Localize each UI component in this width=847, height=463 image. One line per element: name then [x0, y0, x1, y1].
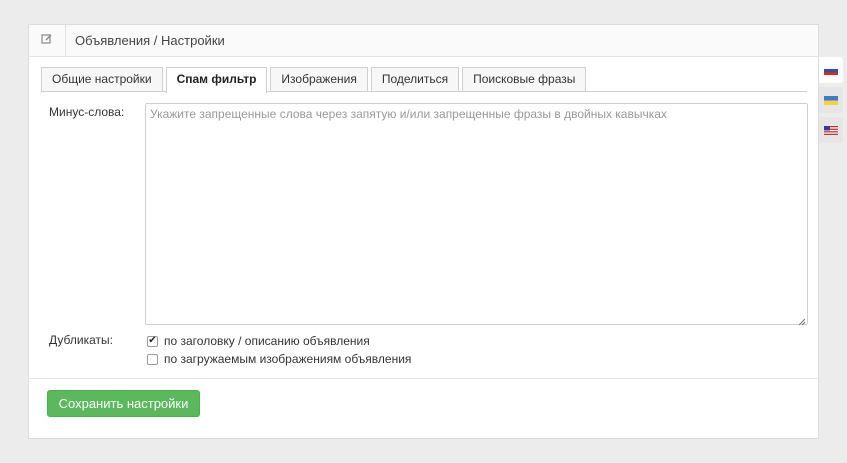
duplicates-label: Дубликаты:: [49, 333, 113, 347]
tab-spam-filter[interactable]: Спам фильтр: [165, 67, 268, 93]
resize-handle-icon[interactable]: [798, 315, 806, 326]
flag-ua-icon: [824, 95, 838, 105]
header-icon-box: [29, 24, 66, 57]
minus-words-label: Минус-слова:: [49, 105, 125, 119]
tab-bar: Общие настройки Спам фильтр Изображения …: [41, 67, 807, 93]
lang-ua-button[interactable]: [819, 87, 843, 113]
duplicate-by-title-option[interactable]: ✔ по заголовку / описанию объявления: [147, 334, 370, 348]
page-title: Объявления / Настройки: [75, 33, 225, 48]
duplicate-by-title-checkbox[interactable]: ✔: [147, 335, 158, 347]
duplicate-by-images-label: по загружаемым изображениям объявления: [164, 352, 412, 366]
flag-us-icon: [824, 125, 838, 135]
save-settings-button[interactable]: Сохранить настройки: [47, 390, 200, 417]
minus-words-input[interactable]: [145, 103, 808, 325]
duplicate-by-title-label: по заголовку / описанию объявления: [164, 334, 370, 348]
tab-images[interactable]: Изображения: [270, 67, 368, 91]
tab-general-settings[interactable]: Общие настройки: [41, 67, 163, 91]
settings-panel: Объявления / Настройки Общие настройки С…: [28, 24, 819, 439]
lang-ru-button[interactable]: [819, 57, 843, 83]
tab-search-phrases[interactable]: Поисковые фразы: [462, 67, 587, 91]
edit-icon: [41, 33, 53, 48]
footer-divider: [29, 378, 818, 379]
language-switcher: [819, 57, 843, 147]
duplicate-by-images-checkbox[interactable]: [147, 353, 158, 365]
flag-ru-icon: [824, 65, 838, 75]
checkmark-icon: ✔: [148, 335, 157, 346]
duplicate-by-images-option[interactable]: по загружаемым изображениям объявления: [147, 352, 411, 366]
panel-header: Объявления / Настройки: [29, 24, 818, 57]
lang-en-button[interactable]: [819, 117, 843, 143]
tab-share[interactable]: Поделиться: [370, 67, 460, 91]
